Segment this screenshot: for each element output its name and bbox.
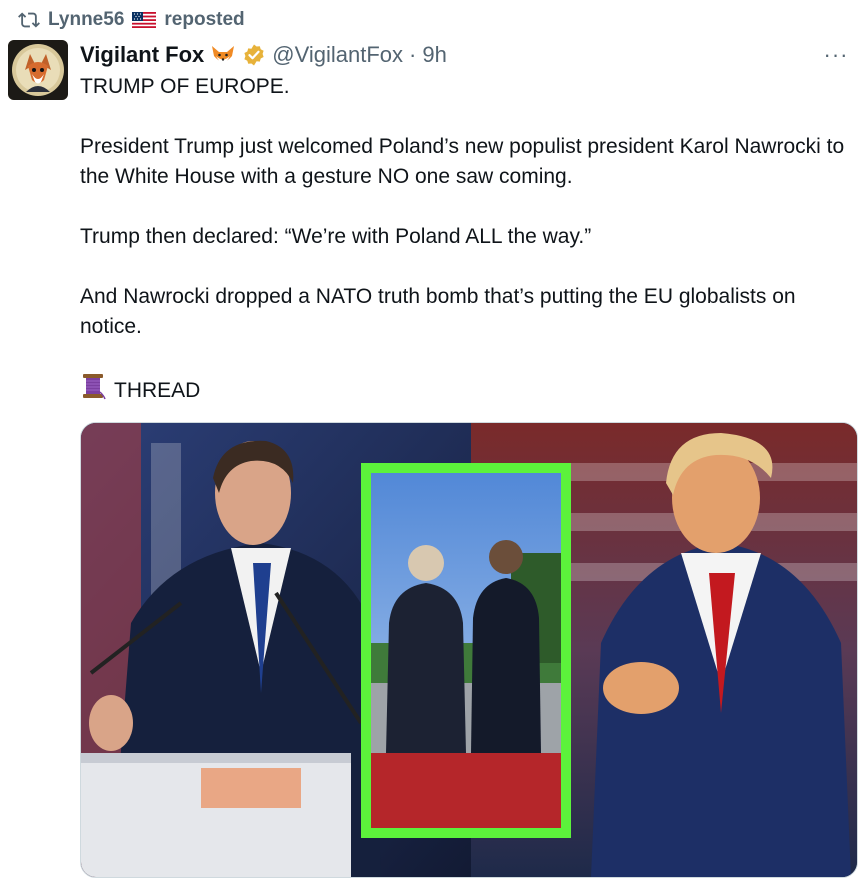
post-media-image[interactable] (80, 422, 858, 878)
author-name[interactable]: Vigilant Fox (80, 42, 204, 68)
post-paragraph-1: President Trump just welcomed Poland’s n… (80, 135, 845, 188)
header-separator: · (409, 42, 417, 67)
thread-label: THREAD (114, 378, 201, 402)
fox-face-icon (210, 43, 236, 67)
us-flag-icon (132, 12, 157, 28)
post-headline: TRUMP OF EUROPE. (80, 75, 290, 98)
repost-indicator[interactable]: Lynne56 reposted (18, 6, 245, 34)
post-paragraph-2: Trump then declared: “We’re with Poland … (80, 225, 592, 248)
more-options-icon[interactable]: ··· (822, 42, 850, 67)
author-handle[interactable]: @VigilantFox (272, 42, 403, 68)
post-header: Vigilant Fox @VigilantFox · 9h (80, 40, 802, 70)
thread-line: THREAD (80, 372, 850, 409)
post-timestamp[interactable]: 9h (422, 42, 446, 68)
repost-icon (18, 9, 40, 31)
post-paragraph-3: And Nawrocki dropped a NATO truth bomb t… (80, 285, 796, 338)
repost-action-label: reposted (164, 9, 245, 30)
repost-username[interactable]: Lynne56 (48, 9, 124, 31)
post-text: TRUMP OF EUROPE. President Trump just we… (80, 72, 850, 409)
author-avatar[interactable] (8, 40, 68, 100)
spool-of-thread-icon (80, 372, 106, 409)
gold-verified-badge-icon[interactable] (242, 43, 266, 67)
